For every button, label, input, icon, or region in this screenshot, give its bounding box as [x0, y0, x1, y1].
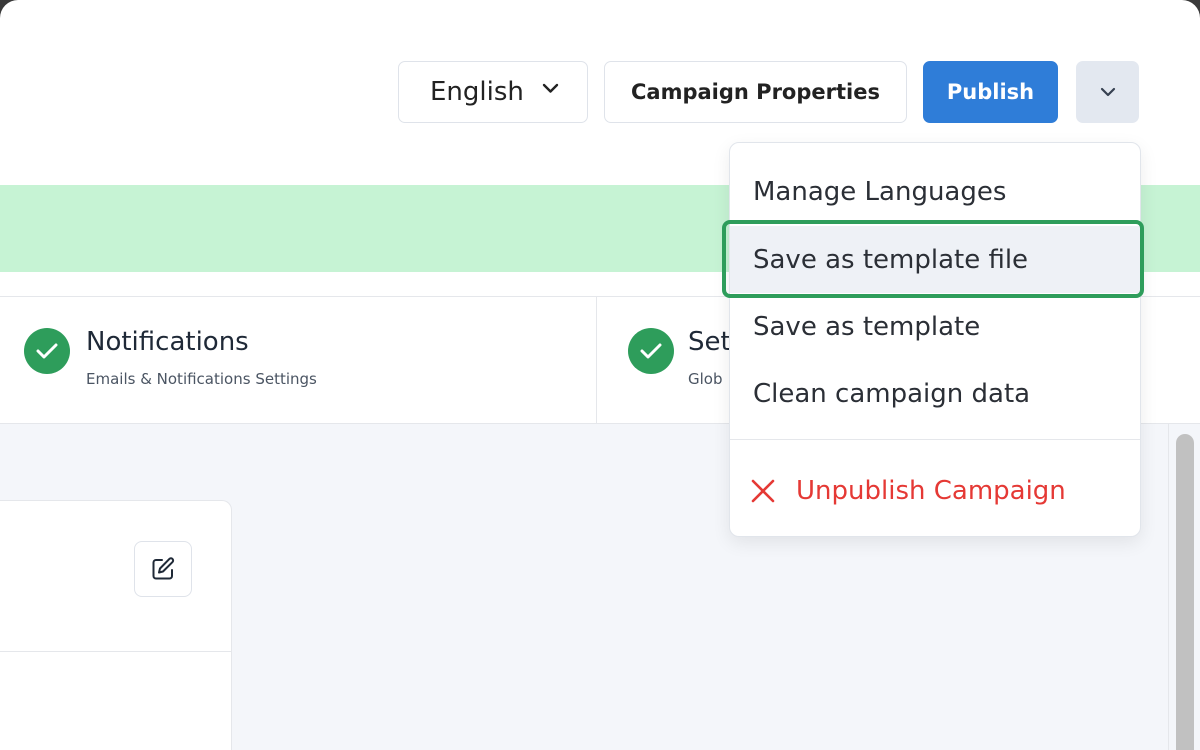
close-icon: [751, 479, 775, 502]
divider: [596, 297, 597, 423]
more-options-button[interactable]: [1076, 61, 1139, 123]
menu-item-label: Clean campaign data: [753, 378, 1031, 409]
app-window: English Campaign Properties Publish Noti…: [0, 0, 1200, 750]
menu-item-save-as-template-file[interactable]: Save as template file: [730, 226, 1140, 293]
language-select[interactable]: English: [398, 61, 588, 123]
step-subtitle: Emails & Notifications Settings: [86, 370, 317, 388]
menu-item-unpublish-campaign[interactable]: Unpublish Campaign: [730, 457, 1140, 524]
language-select-label: English: [430, 77, 524, 107]
campaign-properties-button[interactable]: Campaign Properties: [604, 61, 907, 123]
more-options-menu: Manage Languages Save as template file S…: [729, 142, 1141, 537]
menu-item-label: Unpublish Campaign: [796, 475, 1066, 506]
chevron-down-icon: [542, 83, 559, 93]
menu-item-manage-languages[interactable]: Manage Languages: [730, 158, 1140, 225]
menu-item-save-as-template[interactable]: Save as template: [730, 293, 1140, 360]
edit-icon: [152, 557, 175, 580]
step-title: Set: [688, 327, 731, 357]
step-title: Notifications: [86, 327, 249, 357]
chevron-down-icon: [1100, 87, 1115, 97]
menu-item-clean-campaign-data[interactable]: Clean campaign data: [730, 360, 1140, 427]
scrollbar[interactable]: [1168, 424, 1200, 750]
publish-label: Publish: [946, 80, 1035, 104]
divider: [0, 651, 231, 652]
step-subtitle: Glob: [688, 370, 723, 388]
campaign-properties-label: Campaign Properties: [631, 80, 880, 104]
menu-item-label: Save as template file: [753, 244, 1029, 275]
check-circle-icon: [24, 328, 70, 374]
menu-item-label: Save as template: [753, 311, 981, 342]
divider: [730, 439, 1140, 440]
scrollbar-thumb[interactable]: [1176, 434, 1194, 750]
edit-button[interactable]: [134, 541, 192, 597]
check-circle-icon: [628, 328, 674, 374]
content-card: [0, 500, 232, 750]
publish-button[interactable]: Publish: [923, 61, 1058, 123]
menu-item-label: Manage Languages: [753, 176, 1007, 207]
